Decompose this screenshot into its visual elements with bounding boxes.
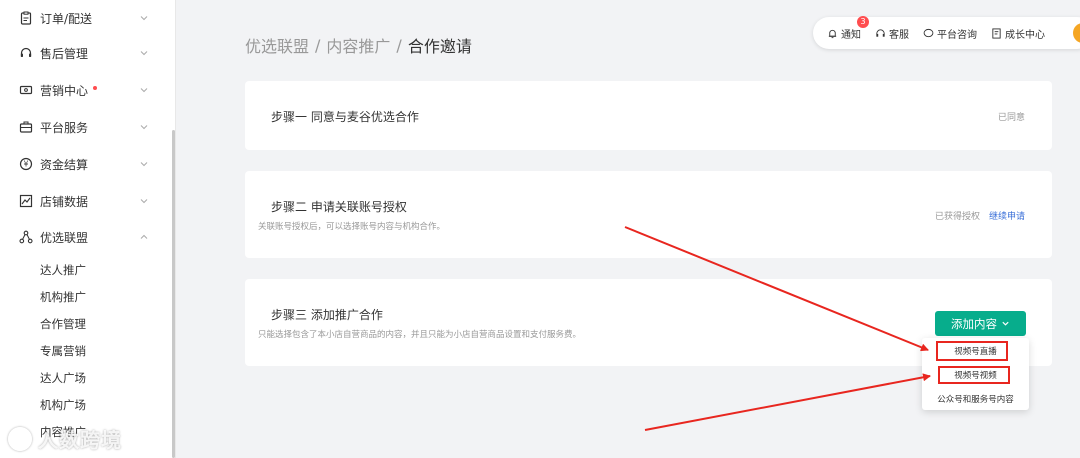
breadcrumb-separator: /: [315, 35, 321, 55]
step2-status: 已获得授权: [934, 212, 980, 222]
step3-description: 只能选择包含了本小店自营商品的内容，并且只能为小店自营商品设置和支付服务费。: [258, 330, 582, 340]
chevron-up-icon: [140, 234, 148, 239]
arrow-to-video-option: [644, 373, 931, 431]
sidebar-scrollbar[interactable]: [172, 130, 175, 458]
step1-card: 步骤一 同意与麦谷优选合作 已同意: [245, 81, 1052, 150]
sidebar-item-platform-service[interactable]: 平台服务: [0, 109, 170, 145]
step2-title: 步骤二 申请关联账号授权: [271, 200, 407, 214]
sidebar: 订单/配送 售后管理 营销中心 平台服务 ¥ 资金结算 店铺数据 优选联盟 达人…: [0, 0, 176, 458]
ticket-icon: [19, 83, 33, 97]
sub-item-exclusive-marketing[interactable]: 专属营销: [40, 341, 86, 361]
watermark: 人数跨境: [8, 424, 122, 453]
top-toolbar: 通知 3 客服 平台咨询 成长中心: [813, 15, 1080, 49]
sidebar-item-store-data[interactable]: 店铺数据: [0, 183, 170, 219]
document-icon: [992, 27, 1001, 39]
option-official-account-content[interactable]: 公众号和服务号内容: [922, 393, 1029, 405]
sidebar-item-label: 营销中心: [40, 83, 89, 98]
step1-title: 步骤一 同意与麦谷优选合作: [271, 110, 419, 124]
continue-apply-link[interactable]: 继续申请: [989, 209, 1025, 222]
briefcase-icon: [19, 120, 33, 134]
step1-status: 已同意: [997, 113, 1025, 123]
step2-description: 关联账号授权后，可以选择账号内容与机构合作。: [258, 222, 446, 232]
growth-center-button[interactable]: 成长中心: [991, 26, 1045, 41]
growth-label: 成长中心: [1005, 29, 1045, 41]
add-content-label: 添加内容: [951, 316, 997, 331]
chevron-down-icon: [1002, 321, 1009, 326]
chevron-down-icon: [140, 125, 148, 130]
sub-item-talent-square[interactable]: 达人广场: [40, 368, 86, 388]
chevron-down-icon: [140, 51, 148, 56]
sidebar-item-label: 资金结算: [40, 157, 89, 172]
sidebar-item-label: 售后管理: [40, 46, 89, 61]
chart-icon: [19, 194, 33, 208]
yen-icon: ¥: [19, 157, 33, 171]
highlight-box: [938, 366, 1010, 384]
sidebar-item-label: 订单/配送: [40, 11, 93, 26]
watermark-logo-icon: [8, 426, 32, 451]
breadcrumb: 优选联盟 / 内容推广 / 合作邀请: [245, 33, 472, 57]
chevron-down-icon: [140, 88, 148, 93]
sidebar-item-settlement[interactable]: ¥ 资金结算: [0, 146, 170, 182]
breadcrumb-separator: /: [396, 35, 402, 55]
consult-label: 平台咨询: [937, 29, 977, 41]
sub-item-cooperation-mgmt[interactable]: 合作管理: [40, 314, 86, 334]
sidebar-item-label: 平台服务: [40, 120, 89, 135]
svg-text:¥: ¥: [24, 160, 29, 169]
step3-title: 步骤三 添加推广合作: [271, 308, 383, 322]
breadcrumb-level1[interactable]: 优选联盟: [245, 33, 309, 57]
sub-item-agency-promo[interactable]: 机构推广: [40, 287, 86, 307]
sidebar-item-marketing[interactable]: 营销中心: [0, 72, 170, 108]
chevron-down-icon: [140, 162, 148, 167]
notice-badge: 3: [857, 15, 869, 28]
page-title: 合作邀请: [407, 37, 472, 56]
headset-icon: [19, 46, 33, 60]
step2-card: 步骤二 申请关联账号授权 关联账号授权后，可以选择账号内容与机构合作。 已获得授…: [245, 171, 1052, 258]
notice-button[interactable]: 通知 3: [827, 15, 869, 41]
sidebar-item-alliance[interactable]: 优选联盟: [0, 219, 170, 255]
bell-icon: [828, 29, 837, 38]
notice-label: 通知: [841, 29, 861, 41]
chevron-down-icon: [140, 16, 148, 21]
headset-icon: [876, 28, 885, 37]
add-content-button[interactable]: 添加内容: [935, 311, 1026, 336]
chevron-down-icon: [140, 199, 148, 204]
breadcrumb-level2[interactable]: 内容推广: [326, 33, 390, 57]
service-button[interactable]: 客服: [875, 26, 909, 41]
chat-bubble-icon: [923, 28, 934, 37]
sidebar-item-after-sales[interactable]: 售后管理: [0, 35, 170, 71]
watermark-text: 人数跨境: [38, 428, 122, 452]
service-label: 客服: [889, 29, 909, 41]
notification-dot: [93, 86, 98, 90]
sub-item-talent-promo[interactable]: 达人推广: [40, 260, 86, 280]
sidebar-item-orders[interactable]: 订单/配送: [0, 0, 170, 36]
sub-item-agency-square[interactable]: 机构广场: [40, 395, 86, 415]
sidebar-item-label: 店铺数据: [40, 194, 89, 209]
sidebar-item-label: 优选联盟: [40, 230, 89, 245]
highlight-box: [936, 341, 1008, 361]
clipboard-icon: [19, 11, 33, 25]
network-icon: [19, 230, 33, 244]
consult-button[interactable]: 平台咨询: [923, 26, 977, 41]
